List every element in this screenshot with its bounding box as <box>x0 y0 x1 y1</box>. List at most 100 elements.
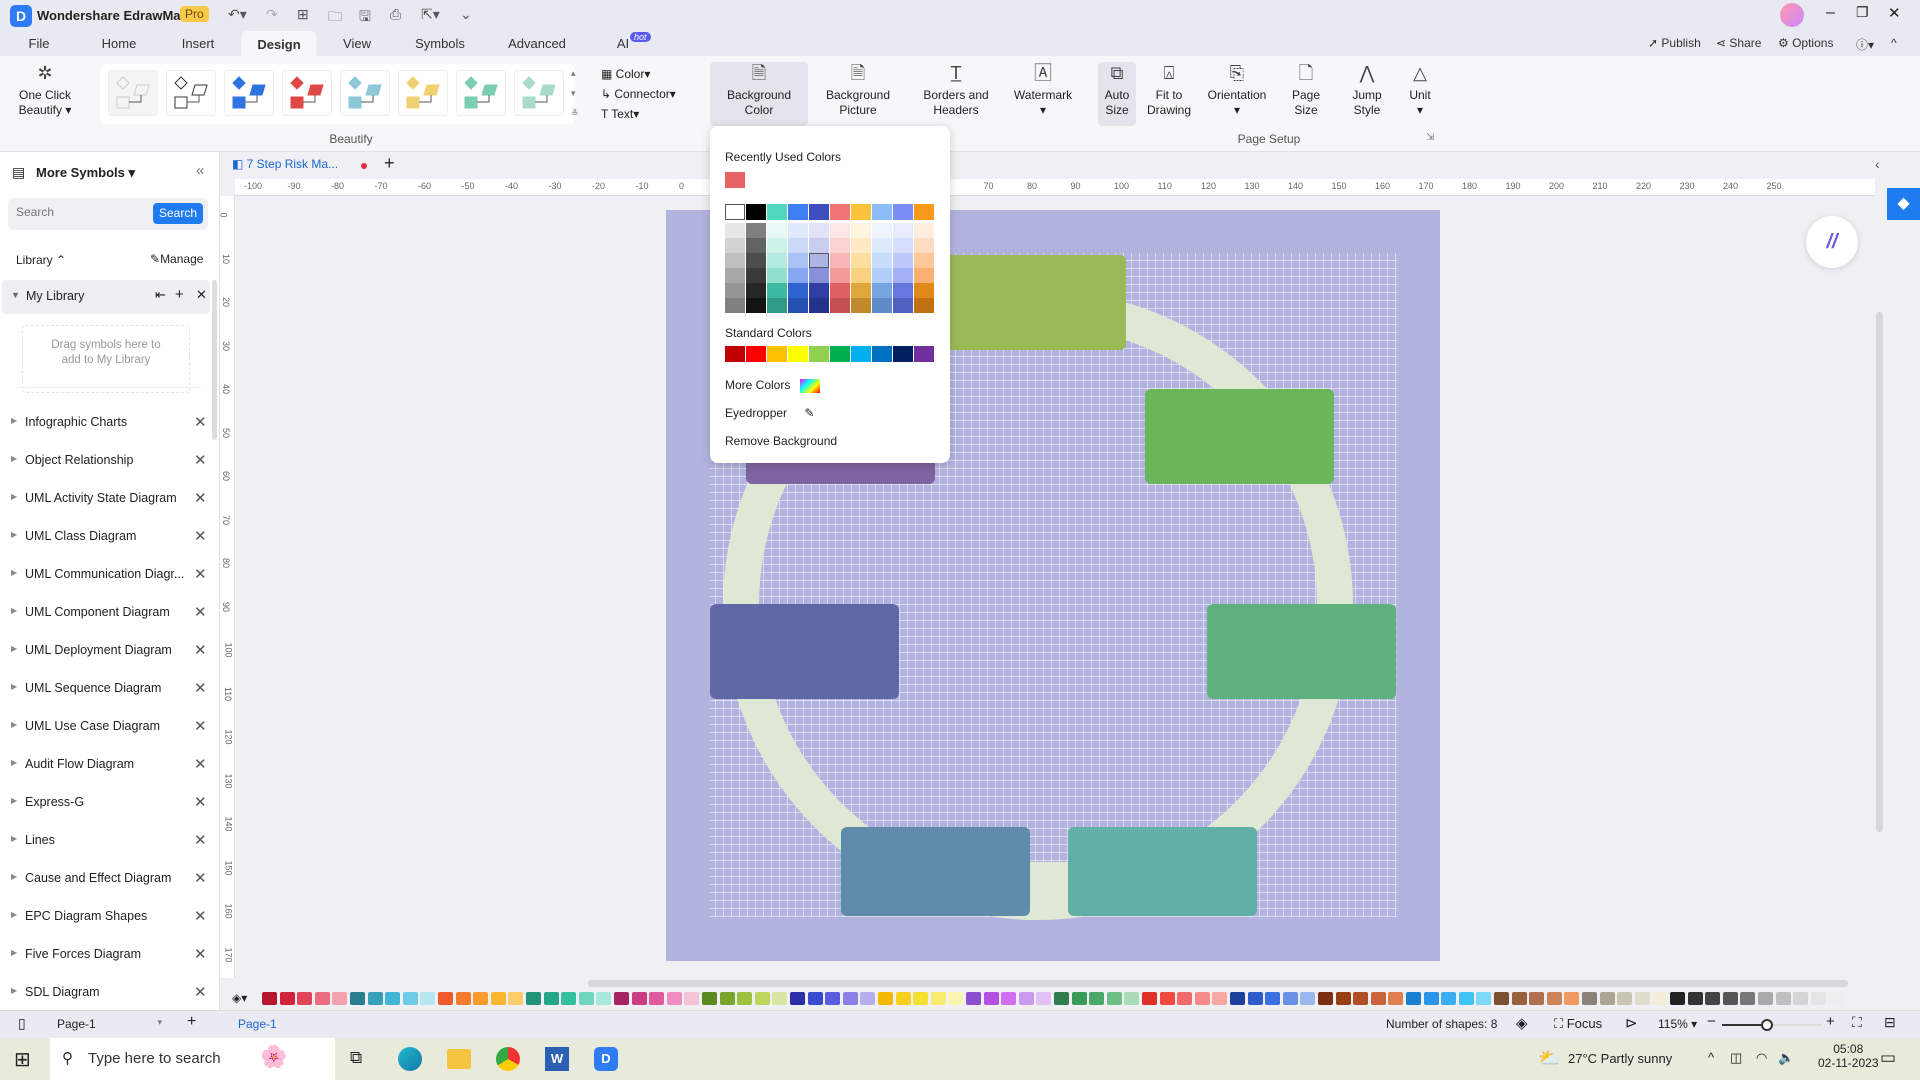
page-size-button[interactable]: 🗋 Page Size <box>1292 64 1320 118</box>
theme-color-swatch[interactable] <box>914 238 934 253</box>
quick-color-swatch[interactable] <box>1282 992 1298 1005</box>
quick-color-swatch[interactable] <box>279 992 295 1005</box>
remove-library-icon[interactable]: ✕ <box>194 565 207 583</box>
close-library-icon[interactable]: ✕ <box>196 287 207 303</box>
theme-color-swatch[interactable] <box>725 283 745 298</box>
jump-style-button[interactable]: ⋀ Jump Style <box>1352 64 1381 118</box>
sidebar-item[interactable]: ▶ SDL Diagram ✕ <box>0 978 215 1008</box>
quick-color-swatch[interactable] <box>1001 992 1017 1005</box>
remove-library-icon[interactable]: ✕ <box>194 983 207 1001</box>
theme-color-swatch[interactable] <box>893 298 913 313</box>
beautify-style-6[interactable] <box>398 70 448 116</box>
watermark-button[interactable]: 🄰 Watermark ▾ <box>1014 64 1072 118</box>
theme-color-swatch[interactable] <box>809 223 829 238</box>
clock[interactable]: 05:08 02-11-2023 <box>1818 1042 1879 1070</box>
tab-design[interactable]: Design <box>241 31 317 58</box>
quick-color-swatch[interactable] <box>1810 992 1826 1005</box>
quick-color-swatch[interactable] <box>1494 992 1509 1005</box>
export-icon[interactable]: ⇱▾ <box>421 6 440 23</box>
theme-color-swatch[interactable] <box>830 204 850 220</box>
beautify-style-5[interactable] <box>340 70 390 116</box>
theme-color-swatch[interactable] <box>767 298 787 313</box>
theme-color-swatch[interactable] <box>830 283 850 298</box>
background-picture-button[interactable]: 🗎 Background Picture <box>826 64 890 118</box>
theme-color-swatch[interactable] <box>746 223 766 238</box>
diagram-shape-6[interactable] <box>841 827 1030 916</box>
quick-color-swatch[interactable] <box>1775 992 1791 1005</box>
eyedropper-button[interactable]: Eyedropper ✎ <box>725 406 814 420</box>
zoom-slider-handle[interactable] <box>1761 1019 1773 1031</box>
zoom-in-icon[interactable]: + <box>1826 1013 1835 1030</box>
quick-color-swatch[interactable] <box>1423 992 1439 1005</box>
standard-color-swatch[interactable] <box>872 346 892 362</box>
theme-color-swatch[interactable] <box>809 238 829 253</box>
quick-color-swatch[interactable] <box>1247 992 1263 1005</box>
my-library-row[interactable]: ▼ My Library ⇤ + ✕ <box>2 280 210 314</box>
tab-file[interactable]: File <box>29 36 50 51</box>
quick-color-swatch[interactable] <box>1212 992 1228 1005</box>
quick-color-swatch[interactable] <box>385 992 401 1005</box>
restore-icon[interactable]: ❐ <box>1856 4 1869 21</box>
one-click-beautify-button[interactable]: ✲ One Click Beautify ▾ <box>19 64 72 118</box>
remove-library-icon[interactable]: ✕ <box>194 869 207 887</box>
theme-color-swatch[interactable] <box>851 268 871 283</box>
theme-color-swatch[interactable] <box>809 268 829 283</box>
search-input[interactable] <box>16 205 146 219</box>
remove-library-icon[interactable]: ✕ <box>194 489 207 507</box>
sidebar-item[interactable]: ▶ Express-G ✕ <box>0 788 215 818</box>
sidebar-item[interactable]: ▶ UML Deployment Diagram ✕ <box>0 636 215 666</box>
quick-color-swatch[interactable] <box>702 992 717 1005</box>
quick-color-swatch[interactable] <box>772 992 788 1005</box>
beautify-style-3[interactable] <box>224 70 274 116</box>
more-symbols-dropdown[interactable]: More Symbols ▾ <box>36 165 135 181</box>
right-panel-format-icon[interactable]: ◆ <box>1887 188 1920 220</box>
file-explorer-icon[interactable] <box>447 1049 471 1069</box>
remove-library-icon[interactable]: ✕ <box>194 717 207 735</box>
sidebar-item[interactable]: ▶ UML Class Diagram ✕ <box>0 522 215 552</box>
quick-color-swatch[interactable] <box>561 992 577 1005</box>
quick-color-swatch[interactable] <box>526 992 541 1005</box>
gallery-scroll-down-icon[interactable]: ▾ <box>571 88 576 99</box>
quick-color-swatch[interactable] <box>1458 992 1474 1005</box>
zoom-slider[interactable] <box>1722 1019 1822 1031</box>
quick-color-swatch[interactable] <box>614 992 629 1005</box>
remove-library-icon[interactable]: ✕ <box>194 603 207 621</box>
zoom-level-dropdown[interactable]: 115% ▾ <box>1658 1017 1697 1031</box>
redo-icon[interactable]: ↷ <box>266 6 278 23</box>
page-setup-dialog-icon[interactable]: ⇲ <box>1426 132 1434 143</box>
quick-color-swatch[interactable] <box>350 992 365 1005</box>
play-icon[interactable]: ⊳ <box>1625 1014 1638 1032</box>
theme-color-swatch[interactable] <box>746 204 766 220</box>
remove-library-icon[interactable]: ✕ <box>194 945 207 963</box>
quick-color-swatch[interactable] <box>1740 992 1756 1005</box>
theme-color-swatch[interactable] <box>746 298 766 313</box>
theme-color-swatch[interactable] <box>788 223 808 238</box>
edge-icon[interactable] <box>398 1047 422 1071</box>
remove-library-icon[interactable]: ✕ <box>194 641 207 659</box>
theme-color-swatch[interactable] <box>893 204 913 220</box>
drawing-canvas[interactable]: // <box>235 196 1875 980</box>
theme-color-swatch[interactable] <box>746 268 766 283</box>
standard-color-swatch[interactable] <box>788 346 808 362</box>
quick-color-swatch[interactable] <box>508 992 524 1005</box>
quick-color-swatch[interactable] <box>1018 992 1034 1005</box>
theme-color-swatch[interactable] <box>893 223 913 238</box>
theme-color-swatch[interactable] <box>767 204 787 220</box>
windows-start-icon[interactable]: ⊞ <box>14 1047 31 1072</box>
quick-color-swatch[interactable] <box>490 992 506 1005</box>
sidebar-item[interactable]: ▶ Five Forces Diagram ✕ <box>0 940 215 970</box>
quick-color-swatch[interactable] <box>684 992 700 1005</box>
unit-button[interactable]: △ Unit ▾ <box>1409 64 1430 118</box>
theme-color-swatch[interactable] <box>830 238 850 253</box>
notifications-icon[interactable]: ▭ <box>1880 1048 1896 1068</box>
sidebar-item[interactable]: ▶ Infographic Charts ✕ <box>0 408 215 438</box>
theme-color-swatch[interactable] <box>746 238 766 253</box>
text-dropdown[interactable]: T Text▾ <box>601 107 639 121</box>
quick-color-swatch[interactable] <box>930 992 946 1005</box>
tab-home[interactable]: Home <box>102 36 137 51</box>
gallery-expand-icon[interactable]: ≚ <box>571 108 579 119</box>
save-icon[interactable]: 🖫 <box>359 6 371 30</box>
theme-color-swatch[interactable] <box>725 298 745 313</box>
tray-overflow-icon[interactable]: ^ <box>1708 1050 1714 1065</box>
sidebar-item[interactable]: ▶ UML Component Diagram ✕ <box>0 598 215 628</box>
